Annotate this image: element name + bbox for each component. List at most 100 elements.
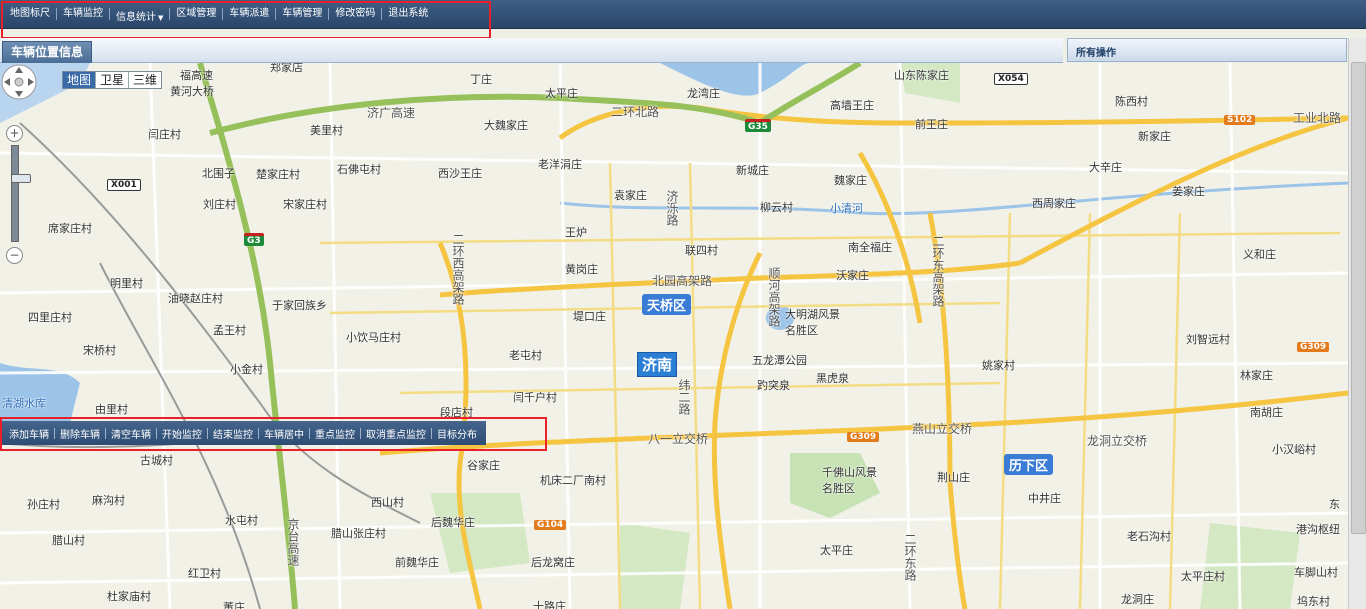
map-label: 新家庄 — [1138, 130, 1171, 143]
map-label: 二环东高架路 — [931, 235, 945, 307]
map-label: 坞东村 — [1297, 595, 1330, 608]
zoom-control: + − — [6, 125, 31, 265]
map-label: 西周家庄 — [1032, 197, 1076, 210]
map-type-satellite-button[interactable]: 卫星 — [96, 72, 130, 88]
map-type-switch: 地图 卫星 三维 — [62, 71, 163, 89]
map-label: 腊山村 — [52, 534, 85, 547]
map-label: 龙洞庄 — [1121, 593, 1154, 606]
map-label: 油晓赵庄村 — [168, 292, 223, 305]
map-label: 济泺路 — [665, 190, 679, 226]
map-label: 明里村 — [110, 277, 143, 290]
map-label: 黄河大桥 — [170, 85, 214, 98]
map-label: 后龙窝庄 — [531, 556, 575, 569]
city-label: 济南 — [637, 352, 678, 377]
map-label: 大辛庄 — [1089, 161, 1122, 174]
map-label: 黑虎泉 — [816, 372, 849, 385]
map-label: 新城庄 — [736, 164, 769, 177]
map-label: 袁家庄 — [614, 189, 647, 202]
map-label: 东 — [1329, 498, 1340, 511]
map-label: 丁庄 — [470, 73, 492, 86]
panel-title-tab[interactable]: 车辆位置信息 — [2, 41, 93, 63]
map-label: 腊山张庄村 — [331, 527, 386, 540]
map-label: 孟王村 — [213, 324, 246, 337]
map-label: 二环西高架路 — [451, 233, 465, 305]
map-label: 魏家庄 — [834, 174, 867, 187]
zoom-out-button[interactable]: − — [6, 247, 23, 264]
map-label: 石佛屯村 — [337, 163, 381, 176]
map-label: 柳云村 — [760, 201, 793, 214]
map-label: 小清河 — [830, 202, 863, 215]
map-label: 八一立交桥 — [648, 432, 709, 446]
map-label: 闫庄村 — [148, 128, 181, 141]
map-label: 港沟枢纽 — [1296, 523, 1340, 536]
district-label: 历下区 — [1004, 454, 1054, 475]
scrollbar-thumb[interactable] — [1351, 62, 1366, 534]
map-label: 小金村 — [230, 363, 263, 376]
highway-shield: G35 — [745, 119, 771, 132]
road-shield: G309 — [847, 432, 880, 442]
map-label: 前王庄 — [915, 118, 948, 131]
map-label: 陈西村 — [1115, 95, 1148, 108]
map-label: 二环北路 — [611, 105, 660, 119]
map-label: 姚家村 — [982, 359, 1015, 372]
map-label: 南全福庄 — [848, 241, 892, 254]
road-shield: G309 — [1297, 342, 1330, 352]
map-label: 红卫村 — [188, 567, 221, 580]
zoom-slider-track[interactable] — [11, 145, 31, 242]
map-label: 顺河高架路 — [767, 267, 781, 327]
map-label: 太平庄村 — [1181, 570, 1225, 583]
highlight-box-toolbar — [0, 417, 547, 451]
map-label: 千佛山风景名胜区 — [822, 466, 877, 495]
map-label: 小饮马庄村 — [346, 331, 401, 344]
pan-control-icon[interactable] — [0, 63, 38, 101]
map-label: 林家庄 — [1240, 369, 1273, 382]
map-label: 小汉峪村 — [1272, 443, 1316, 456]
panel-header: 车辆位置信息 — [0, 38, 1063, 63]
highlight-box-top-menu — [1, 1, 491, 39]
map-label: 南胡庄 — [1250, 406, 1283, 419]
map-label: 北围子 — [202, 167, 235, 180]
highway-shield: G3 — [244, 233, 264, 246]
map-label: 机床二厂南村 — [540, 474, 606, 487]
map-label: 燕山立交桥 — [912, 422, 973, 436]
map-label: 清湖水库 — [2, 397, 46, 410]
map-label: 闫千户村 — [513, 391, 557, 404]
map-label: 王炉 — [565, 226, 587, 239]
map-label: 大明湖风景名胜区 — [785, 308, 840, 337]
map-type-3d-button[interactable]: 三维 — [129, 72, 161, 88]
map-label: 刘智远村 — [1186, 333, 1230, 346]
map-label: 谷家庄 — [467, 459, 500, 472]
map-label: 水屯村 — [225, 514, 258, 527]
district-label: 天桥区 — [642, 294, 692, 315]
map-label: 于家回族乡 — [272, 299, 327, 312]
map-label: 龙洞立交桥 — [1087, 434, 1148, 448]
map-label: 郑家店 — [270, 63, 303, 74]
map-label: 杜家庙村 — [107, 590, 151, 603]
map-label: 福高速 — [180, 69, 213, 82]
vertical-scrollbar[interactable] — [1348, 38, 1366, 609]
map-view[interactable]: G35 G3 X001 X054 S102 G309 G309 G104 天桥区… — [0, 63, 1348, 609]
map-label: 趵突泉 — [757, 379, 790, 392]
map-label: 前魏华庄 — [395, 556, 439, 569]
map-label: 车脚山村 — [1294, 566, 1338, 579]
map-label: 董庄 — [223, 601, 245, 609]
side-panel-header[interactable]: 所有操作 — [1067, 38, 1347, 62]
zoom-in-button[interactable]: + — [6, 125, 23, 142]
map-label: 堤口庄 — [573, 310, 606, 323]
map-type-map-button[interactable]: 地图 — [63, 72, 97, 88]
map-label: 五龙潭公园 — [752, 354, 807, 367]
map-label: 联四村 — [685, 244, 718, 257]
map-label: 太平庄 — [545, 87, 578, 100]
map-label: 沃家庄 — [836, 269, 869, 282]
map-label: 二环东路 — [903, 533, 917, 581]
zoom-slider-handle[interactable] — [11, 174, 31, 183]
map-label: 宋家庄村 — [283, 198, 327, 211]
map-label: 孙庄村 — [27, 498, 60, 511]
map-label: 纬二路 — [677, 379, 691, 415]
map-label: 北园高架路 — [652, 274, 713, 288]
map-label: 由里村 — [95, 403, 128, 416]
map-label: 老石沟村 — [1127, 530, 1171, 543]
map-label: 楚家庄村 — [256, 168, 300, 181]
map-label: 美里村 — [310, 124, 343, 137]
map-label: 姜家庄 — [1172, 185, 1205, 198]
